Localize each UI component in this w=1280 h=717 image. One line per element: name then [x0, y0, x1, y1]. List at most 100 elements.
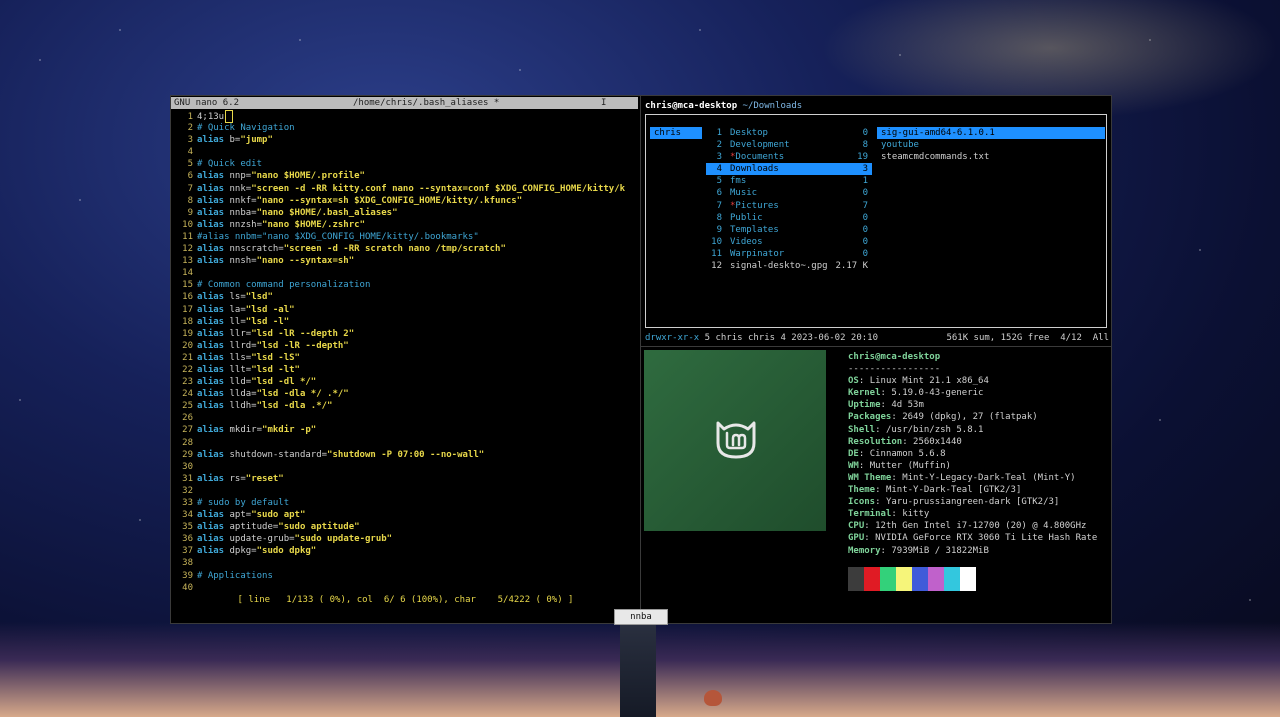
- lf-preview-entry[interactable]: youtube: [877, 139, 1105, 151]
- lf-parent-item[interactable]: chris: [650, 127, 702, 140]
- nano-line[interactable]: 14: [171, 267, 625, 279]
- fastfetch-colon: :: [880, 545, 892, 556]
- screen-tab-label[interactable]: nnba: [614, 609, 668, 625]
- fastfetch-value: Linux Mint 21.1 x86_64: [869, 376, 989, 387]
- nano-line[interactable]: 3 alias b="jump": [171, 134, 625, 146]
- line-number: 7: [187, 183, 193, 194]
- lf-preview-column[interactable]: sig-gui-amd64-6.1.0.1 youtube steamcmdcomm…: [877, 127, 1105, 163]
- lf-entry[interactable]: 1 Desktop 0: [706, 127, 872, 139]
- nano-line[interactable]: 34 alias apt="sudo apt": [171, 509, 625, 521]
- lf-preview-entry[interactable]: sig-gui-amd64-6.1.0.1: [877, 127, 1105, 140]
- fastfetch-key: Kernel: [848, 388, 881, 399]
- nano-line[interactable]: 20 alias llrd="lsd -lR --depth": [171, 340, 625, 352]
- lf-entry-name: Documents: [735, 152, 785, 163]
- lf-entry[interactable]: 12 signal-deskto~.gpg 2.17 K: [706, 260, 872, 272]
- fastfetch-color-palette: [848, 567, 976, 591]
- code-token: "lsd -lS": [251, 352, 300, 363]
- fastfetch-row: Packages: 2649 (dpkg), 27 (flatpak): [848, 411, 1097, 423]
- nano-line[interactable]: 25 alias lldh="lsd -dla .*/": [171, 400, 625, 412]
- nano-line[interactable]: 4: [171, 146, 625, 158]
- code-token: "sudo update-grub": [294, 534, 393, 545]
- code-token: "nano --syntax=sh": [256, 256, 355, 267]
- nano-line[interactable]: 21 alias lls="lsd -lS": [171, 352, 625, 364]
- fastfetch-row: WM Theme: Mint-Y-Legacy-Dark-Teal (Mint-…: [848, 472, 1097, 484]
- nano-line[interactable]: 1 4;13u: [171, 110, 625, 123]
- fastfetch-colon: :: [891, 472, 903, 483]
- line-number: 13: [182, 256, 193, 267]
- nano-line[interactable]: 18 alias ll="lsd -l": [171, 316, 625, 328]
- nano-line[interactable]: 29 alias shutdown-standard="shutdown -P 0…: [171, 449, 625, 461]
- nano-line[interactable]: 30: [171, 461, 625, 473]
- line-number: 33: [182, 498, 193, 508]
- nano-line[interactable]: 37 alias dpkg="sudo dpkg": [171, 545, 625, 557]
- lf-entry[interactable]: 4 Downloads 3: [706, 163, 872, 176]
- fastfetch-value: 7939MiB / 31822MiB: [891, 545, 989, 556]
- lf-entry[interactable]: 11 Warpinator 0: [706, 248, 872, 260]
- line-number: 29: [182, 449, 193, 460]
- lf-current-column[interactable]: 1 Desktop 0 2 Development 8 3 *Documents 19 4 Down…: [706, 127, 872, 272]
- nano-editor-pane[interactable]: GNU nano 6.2 /home/chris/.bash_aliases *…: [170, 95, 641, 624]
- lf-file-manager-pane[interactable]: chris@mca-desktop ~/Downloads chris 1 Des…: [640, 95, 1112, 347]
- nano-line[interactable]: 16 alias ls="lsd": [171, 291, 625, 303]
- nano-line[interactable]: 33 # sudo by default: [171, 497, 625, 509]
- nano-line[interactable]: 11 #alias nnbm="nano $XDG_CONFIG_HOME/kit…: [171, 231, 625, 243]
- nano-line[interactable]: 8 alias nnkf="nano --syntax=sh $XDG_CONFI…: [171, 195, 625, 207]
- code-token: lls=: [224, 352, 252, 363]
- nano-line[interactable]: 36 alias update-grub="sudo update-grub": [171, 533, 625, 545]
- line-number: 11: [182, 231, 193, 242]
- code-token: apt=: [224, 510, 252, 521]
- nano-line[interactable]: 35 alias aptitude="sudo aptitude": [171, 521, 625, 533]
- code-token: "lsd -dla */ .*/": [256, 389, 349, 400]
- nano-line[interactable]: 10 alias nnzsh="nano $HOME/.zshrc": [171, 219, 625, 231]
- nano-line[interactable]: 22 alias llt="lsd -lt": [171, 364, 625, 376]
- nano-line[interactable]: 24 alias llda="lsd -dla */ .*/": [171, 388, 625, 400]
- nano-line[interactable]: 13 alias nnsh="nano --syntax=sh": [171, 255, 625, 267]
- lf-entry-name: fms: [730, 176, 747, 187]
- nano-line[interactable]: 31 alias rs="reset": [171, 473, 625, 485]
- lf-parent-column[interactable]: chris: [650, 127, 702, 140]
- nano-line[interactable]: 40: [171, 582, 625, 594]
- lf-entry-name: Templates: [730, 224, 779, 235]
- line-number: 28: [182, 437, 193, 448]
- fastfetch-pane[interactable]: chris@mca-desktop ----------------- OS: …: [640, 346, 1112, 624]
- lf-entry[interactable]: 6 Music 0: [706, 187, 872, 199]
- lf-entry[interactable]: 5 fms 1: [706, 175, 872, 187]
- nano-line[interactable]: 39 # Applications: [171, 570, 625, 582]
- nano-line[interactable]: 32: [171, 485, 625, 497]
- nano-line[interactable]: 19 alias llr="lsd -lR --depth 2": [171, 328, 625, 340]
- lf-entry-name: Public: [730, 212, 763, 223]
- nano-line[interactable]: 23 alias lld="lsd -dl */": [171, 376, 625, 388]
- lf-entry[interactable]: 7 *Pictures 7: [706, 200, 872, 212]
- lf-entry-count: 1: [862, 176, 868, 187]
- line-number: 40: [182, 582, 193, 593]
- lf-current-path: ~/Downloads: [742, 101, 803, 111]
- line-number: 22: [182, 364, 193, 375]
- lf-entry[interactable]: 9 Templates 0: [706, 224, 872, 236]
- lf-entry[interactable]: 2 Development 8: [706, 139, 872, 151]
- line-number: 12: [182, 244, 193, 255]
- nano-line[interactable]: 26: [171, 412, 625, 424]
- nano-line[interactable]: 28: [171, 437, 625, 449]
- nano-line[interactable]: 15 # Common command personalization: [171, 279, 625, 291]
- nano-line[interactable]: 27 alias mkdir="mkdir -p": [171, 424, 625, 436]
- nano-line[interactable]: 2 # Quick Navigation: [171, 122, 625, 134]
- line-number: 24: [182, 389, 193, 400]
- code-token: "reset": [245, 473, 284, 484]
- fastfetch-row: Icons: Yaru-prussiangreen-dark [GTK2/3]: [848, 496, 1097, 508]
- fastfetch-colon: :: [891, 412, 903, 423]
- lf-preview-entry[interactable]: steamcmdcommands.txt: [877, 151, 1105, 163]
- code-token: "lsd -lR --depth": [256, 340, 349, 351]
- nano-line[interactable]: 38: [171, 557, 625, 569]
- nano-line[interactable]: 7 alias nnk="screen -d -RR kitty.conf nan…: [171, 183, 625, 195]
- lf-entry[interactable]: 10 Videos 0: [706, 236, 872, 248]
- nano-line[interactable]: 5 # Quick edit: [171, 158, 625, 170]
- lf-entry[interactable]: 3 *Documents 19: [706, 151, 872, 163]
- code-token: "lsd -dla .*/": [256, 401, 333, 412]
- nano-line[interactable]: 9 alias nnba="nano $HOME/.bash_aliases": [171, 207, 625, 219]
- nano-text-area[interactable]: 1 4;13u 2 # Quick Navigation 3 alias b="jump"…: [171, 110, 625, 594]
- lf-entry[interactable]: 8 Public 0: [706, 212, 872, 224]
- nano-line[interactable]: 6 alias nnp="nano $HOME/.profile": [171, 170, 625, 182]
- nano-line[interactable]: 17 alias la="lsd -al": [171, 304, 625, 316]
- mint-logo-icon: [716, 421, 756, 459]
- nano-line[interactable]: 12 alias nnscratch="screen -d -RR scratch…: [171, 243, 625, 255]
